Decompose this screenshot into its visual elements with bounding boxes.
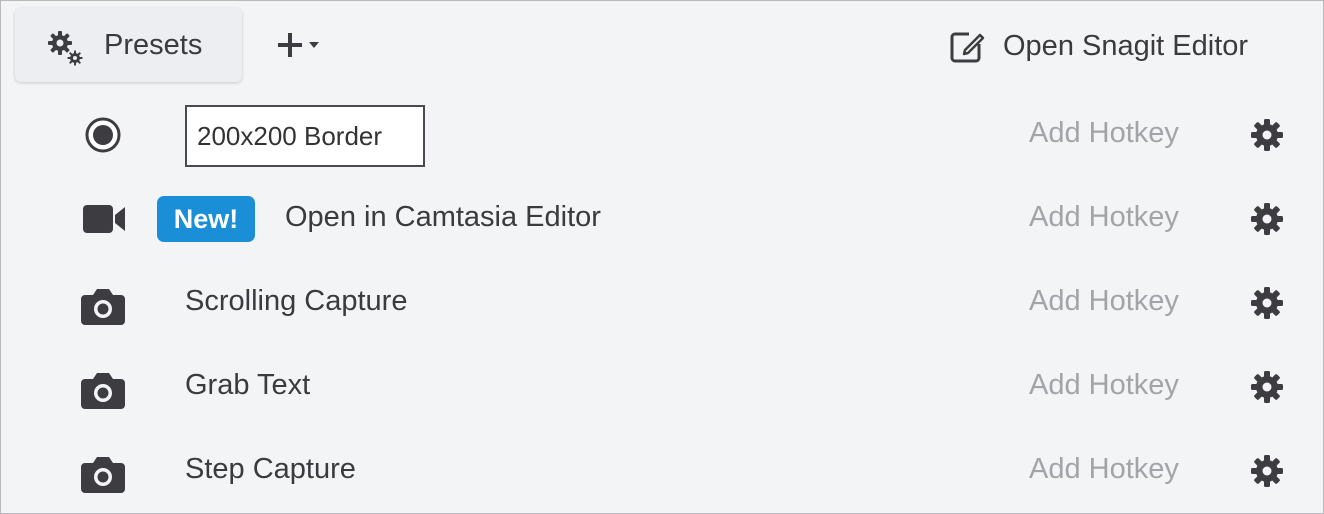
gear-icon[interactable] <box>1247 451 1287 491</box>
toolbar: Presets Open Snagit Editor <box>1 1 1323 91</box>
preset-name: Scrolling Capture <box>185 285 408 317</box>
video-camera-icon <box>83 205 125 233</box>
add-hotkey-link[interactable]: Add Hotkey <box>1029 201 1179 234</box>
presets-button[interactable]: Presets <box>15 8 242 82</box>
preset-row[interactable]: Scrolling Capture Add Hotkey <box>1 261 1323 345</box>
add-hotkey-link[interactable]: Add Hotkey <box>1029 453 1179 486</box>
preset-name: Open in Camtasia Editor <box>285 201 601 233</box>
gear-icon[interactable] <box>1247 115 1287 155</box>
gear-icon[interactable] <box>1247 199 1287 239</box>
preset-row[interactable]: New! Open in Camtasia Editor Add Hotkey <box>1 177 1323 261</box>
add-hotkey-link[interactable]: Add Hotkey <box>1029 117 1179 150</box>
preset-name: Step Capture <box>185 453 356 485</box>
add-hotkey-link[interactable]: Add Hotkey <box>1029 369 1179 402</box>
preset-name: Grab Text <box>185 369 311 401</box>
presets-label: Presets <box>104 29 203 61</box>
snagit-presets-window: Presets Open Snagit Editor Add Hotkey <box>0 0 1324 514</box>
gear-icon[interactable] <box>1247 367 1287 407</box>
new-badge: New! <box>157 196 255 242</box>
gear-icon[interactable] <box>1247 283 1287 323</box>
open-snagit-editor-button[interactable]: Open Snagit Editor <box>947 23 1248 69</box>
add-preset-button[interactable] <box>271 23 333 69</box>
preset-row[interactable]: Grab Text Add Hotkey <box>1 345 1323 429</box>
camera-icon <box>81 289 125 325</box>
camera-icon <box>81 457 125 493</box>
preset-name-input[interactable] <box>185 105 425 167</box>
radio-selected-icon <box>85 117 121 153</box>
edit-icon <box>950 32 985 63</box>
gears-icon <box>48 31 83 66</box>
preset-row[interactable]: Add Hotkey <box>1 93 1323 177</box>
add-hotkey-link[interactable]: Add Hotkey <box>1029 285 1179 318</box>
camera-icon <box>81 373 125 409</box>
preset-row[interactable]: Step Capture Add Hotkey <box>1 429 1323 513</box>
open-snagit-editor-label: Open Snagit Editor <box>1003 29 1249 62</box>
plus-dropdown-icon <box>278 33 319 57</box>
